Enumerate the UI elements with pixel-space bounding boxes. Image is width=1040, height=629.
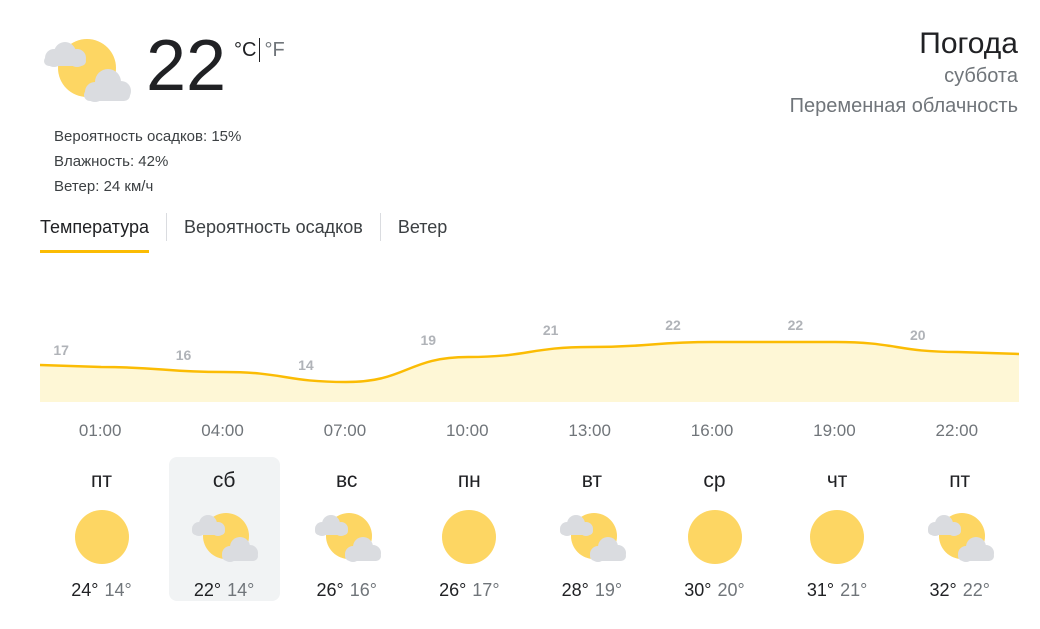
forecast-low: 20° (717, 580, 745, 600)
forecast-low: 17° (472, 580, 500, 600)
forecast-high: 32° (929, 580, 957, 600)
forecast-day-name: ср (703, 469, 726, 492)
forecast-low: 22° (962, 580, 990, 600)
forecast-low: 14° (104, 580, 132, 600)
forecast-day-name: вс (335, 469, 358, 492)
partly-cloudy-icon (44, 39, 131, 102)
forecast-low: 19° (594, 580, 623, 600)
forecast-temps: 30° 20° (659, 579, 770, 601)
time-tick-label: 07:00 (323, 421, 367, 440)
time-tick-label: 19:00 (813, 421, 856, 440)
forecast-low: 16° (349, 580, 377, 600)
forecast-high: 30° (684, 580, 712, 600)
forecast-temps: 22° 14° (169, 579, 280, 601)
fahrenheit-unit-button[interactable]: °F (264, 39, 284, 62)
wind-speed: Ветер: 24 км/ч (54, 178, 154, 195)
tab-divider (166, 213, 168, 241)
forecast-day[interactable]: чт 31° 21° (782, 457, 893, 601)
forecast-low: 14° (227, 580, 255, 600)
forecast-high: 28° (561, 580, 589, 600)
forecast-temps: 28° 19° (536, 579, 647, 601)
forecast-day[interactable]: пт 24° 14° (46, 457, 157, 601)
forecast-day-name: чт (826, 469, 848, 492)
forecast-day-name: вт (581, 469, 603, 492)
time-tick-label: 16:00 (690, 421, 734, 440)
temperature-data-label: 22 (665, 320, 681, 333)
forecast-day-name: сб (212, 469, 236, 492)
forecast-day-name: пт (949, 469, 971, 492)
temperature-data-label: 21 (543, 322, 559, 338)
temperature-data-label: 17 (53, 342, 69, 358)
unit-divider (259, 38, 261, 62)
tab-precipitation[interactable]: Вероятность осадков (184, 210, 363, 244)
forecast-day[interactable]: пт 32° 22° (904, 457, 1015, 601)
forecast-day[interactable]: вт 28° 19° (536, 457, 647, 601)
time-axis: 01:00 04:00 07:00 10:00 13:00 16:00 19:00 22:00 (40, 420, 1019, 444)
forecast-temps: 26° 16° (291, 579, 402, 601)
weather-details: Вероятность осадков: 15% Влажность: 42% … (54, 124, 241, 199)
time-tick-label: 13:00 (568, 421, 611, 440)
tab-temperature[interactable]: Температура (40, 210, 150, 253)
current-temperature: 22 (146, 26, 227, 106)
forecast-high: 26° (316, 580, 344, 600)
forecast-high: 31° (806, 580, 835, 600)
partly-cloudy-icon (192, 513, 259, 562)
time-tick-label: 01:00 (78, 421, 122, 440)
forecast-high: 26° (439, 580, 467, 600)
partly-cloudy-icon (927, 513, 994, 562)
celsius-unit-button[interactable]: °C (234, 39, 256, 62)
time-tick-label: 22:00 (935, 421, 979, 440)
forecast-temps: 31° 21° (782, 579, 893, 601)
partly-cloudy-icon (314, 513, 381, 562)
unit-toggle: °C °F (234, 38, 285, 62)
forecast-day-name: пн (457, 469, 481, 492)
temperature-data-label: 22 (788, 320, 804, 333)
weather-header: Погода суббота Переменная облачность (790, 26, 1018, 121)
forecast-temps: 26° 17° (414, 579, 525, 601)
forecast-high: 22° (193, 580, 222, 600)
weather-title: Погода (919, 27, 1018, 60)
forecast-temps: 24° 14° (46, 579, 157, 601)
chart-tabs: Температура Вероятность осадков Ветер (40, 210, 447, 254)
temperature-data-label: 14 (298, 357, 314, 373)
weather-condition: Переменная облачность (789, 95, 1018, 117)
sunny-icon (74, 510, 129, 564)
forecast-high: 24° (71, 580, 99, 600)
precipitation-chance: Вероятность осадков: 15% (54, 128, 242, 145)
time-tick-label: 10:00 (446, 421, 489, 440)
forecast-day[interactable]: ср 30° 20° (659, 457, 770, 601)
daily-forecast: пт 24° 14° сб 22° 14° вс 26° 16° пн 26° 17° вт 28° 19°… (40, 457, 1020, 601)
temperature-data-label: 20 (910, 327, 926, 343)
forecast-day[interactable]: вс 26° 16° (291, 457, 402, 601)
tab-divider (379, 213, 381, 241)
sunny-icon (687, 510, 742, 564)
forecast-day-name: пт (91, 469, 112, 492)
time-tick-label: 04:00 (201, 421, 244, 440)
forecast-low: 21° (840, 580, 868, 600)
weather-day: суббота (944, 65, 1018, 87)
tab-wind[interactable]: Ветер (398, 210, 447, 244)
forecast-day[interactable]: пн 26° 17° (414, 457, 525, 601)
sunny-icon (442, 510, 497, 564)
temperature-chart: 17 16 14 19 21 22 22 20 (40, 320, 1019, 402)
temperature-data-label: 19 (421, 332, 437, 348)
sunny-icon (810, 510, 865, 564)
partly-cloudy-icon (559, 513, 626, 562)
forecast-temps: 32° 22° (904, 579, 1015, 601)
humidity: Влажность: 42% (54, 153, 169, 170)
temperature-data-label: 16 (176, 347, 192, 363)
forecast-day[interactable]: сб 22° 14° (168, 457, 280, 601)
